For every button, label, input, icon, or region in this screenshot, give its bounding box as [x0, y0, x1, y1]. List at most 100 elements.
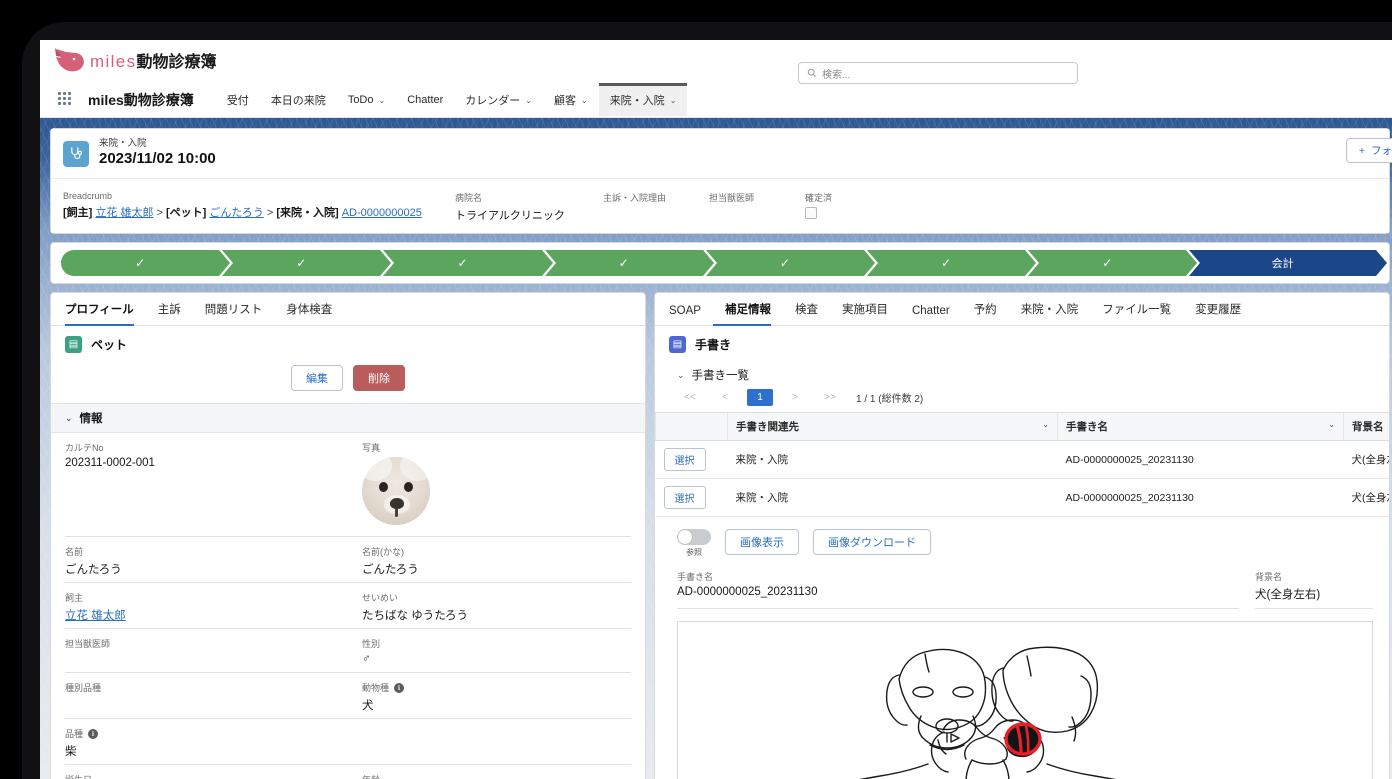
edit-button[interactable]: 編集: [291, 365, 343, 392]
dog-logo-icon: [55, 48, 84, 72]
show-image-button[interactable]: 画像表示: [725, 529, 799, 556]
delete-button[interactable]: 削除: [353, 365, 405, 392]
tab-chief-complaint[interactable]: 主訴: [146, 301, 193, 325]
handwriting-list-header[interactable]: ⌄ 手書き一覧: [655, 359, 1389, 387]
breadcrumb-separator: >: [266, 207, 274, 220]
table-header-row: 手書き関連先 ⌄ 手書き名 ⌄ 背景名: [655, 412, 1389, 442]
col-related[interactable]: 手書き関連先 ⌄: [727, 412, 1058, 442]
follow-button[interactable]: + フォローする: [1345, 138, 1392, 163]
cell-related: 来院・入院: [727, 478, 1058, 518]
field-label: 写真: [362, 443, 381, 454]
field-value: [362, 730, 631, 744]
check-icon: ✓: [1102, 256, 1113, 271]
tab-reservation[interactable]: 予約: [962, 301, 1009, 325]
tab-label: 変更履歴: [1195, 304, 1242, 317]
content-columns: プロフィール 主訴 問題リスト 身体検査 ▤ ペット 編集 削除 ⌄ 情報 カル…: [40, 292, 1392, 779]
path-step-3[interactable]: ✓: [383, 250, 556, 277]
tab-file-list[interactable]: ファイル一覧: [1090, 301, 1183, 325]
field-label: 種別品種: [65, 683, 102, 694]
handwriting-canvas[interactable]: [677, 621, 1373, 779]
next-page-button[interactable]: >: [782, 389, 808, 406]
tab-label: 身体検査: [286, 304, 333, 317]
path-step-6[interactable]: ✓: [866, 250, 1040, 277]
path-step-5[interactable]: ✓: [705, 250, 879, 277]
confirmed-checkbox[interactable]: [805, 207, 817, 220]
breadcrumb-label: Breadcrumb: [63, 191, 113, 202]
current-page-button[interactable]: 1: [747, 389, 773, 407]
select-button[interactable]: 選択: [663, 486, 706, 510]
pet-profile-panel: プロフィール 主訴 問題リスト 身体検査 ▤ ペット 編集 削除 ⌄ 情報 カル…: [50, 292, 646, 779]
nav-item-visits[interactable]: 来院・入院 ⌄: [598, 83, 688, 116]
tab-label: 問題リスト: [204, 304, 263, 317]
dog-body-diagram: [859, 646, 1116, 779]
path-step-accounting[interactable]: 会計: [1189, 250, 1390, 277]
reference-toggle-wrap: 参照: [677, 529, 711, 558]
tab-chatter[interactable]: Chatter: [900, 305, 962, 325]
select-button[interactable]: 選択: [663, 448, 706, 472]
table-row[interactable]: 選択 来院・入院 AD-0000000025_20231130 犬(全身左右): [655, 478, 1389, 518]
tab-supplementary-info[interactable]: 補足情報: [712, 301, 783, 327]
breadcrumb-value: [飼主] 立花 雄太郎 > [ペット] ごんたろう > [来院・入院] AD-0…: [63, 204, 455, 220]
path-step-7[interactable]: ✓: [1028, 250, 1201, 277]
red-annotation-mark: [1004, 722, 1042, 758]
breadcrumb-visit-link[interactable]: AD-0000000025: [342, 207, 422, 219]
first-page-button[interactable]: <<: [677, 389, 703, 406]
handwriting-panel: SOAP 補足情報 検査 実施項目 Chatter 予約 来院・入院 ファイル一…: [654, 292, 1390, 779]
field-sex: 性別 ♂: [348, 629, 631, 674]
breadcrumb-separator: >: [156, 207, 163, 220]
reference-toggle[interactable]: [677, 529, 711, 546]
nav-item-2[interactable]: ToDo ⌄: [337, 86, 396, 114]
path-step-4[interactable]: ✓: [544, 250, 717, 277]
breadcrumb-visit-tag: [来院・入院]: [276, 207, 339, 220]
nav-item-0[interactable]: 受付: [216, 84, 260, 116]
field-value: 柴: [65, 746, 77, 759]
breadcrumb-pet-link[interactable]: ごんたろう: [209, 207, 263, 219]
owner-link[interactable]: 立花 雄太郎: [65, 610, 126, 622]
nav-item-3[interactable]: Chatter: [396, 86, 454, 114]
info-icon[interactable]: i: [394, 682, 405, 693]
tab-procedures[interactable]: 実施項目: [830, 301, 900, 325]
tab-profile[interactable]: プロフィール: [65, 301, 146, 327]
path-step-1[interactable]: ✓: [61, 250, 234, 277]
app-launcher-icon[interactable]: [58, 92, 76, 108]
field-karte-no: カルテNo 202311-0002-001: [65, 433, 348, 538]
tab-examination[interactable]: 検査: [783, 301, 830, 325]
field-value: ♂: [362, 653, 371, 666]
tab-visits[interactable]: 来院・入院: [1009, 301, 1091, 325]
handwriting-object-header: ▤ 手書き: [655, 326, 1389, 359]
nav-label: 本日の来院: [270, 95, 326, 107]
table-row[interactable]: 選択 来院・入院 AD-0000000025_20231130 犬(全身左右): [655, 440, 1389, 480]
breadcrumb-pet-tag: [ペット]: [166, 207, 207, 220]
field-label: 飼主: [65, 593, 84, 604]
path-step-2[interactable]: ✓: [222, 250, 395, 277]
breadcrumb-owner-link[interactable]: 立花 雄太郎: [95, 207, 153, 219]
download-image-button[interactable]: 画像ダウンロード: [813, 529, 931, 556]
col-label: 手書き関連先: [736, 421, 799, 434]
nav-item-4[interactable]: カレンダー ⌄: [454, 84, 543, 116]
col-background[interactable]: 背景名: [1343, 412, 1389, 442]
global-search-box[interactable]: 検索...: [798, 62, 1078, 84]
search-input[interactable]: 検索...: [822, 66, 850, 81]
tab-label: SOAP: [669, 305, 701, 318]
breadcrumb: Breadcrumb [飼主] 立花 雄太郎 > [ペット] ごんたろう > […: [63, 191, 455, 223]
check-icon: ✓: [779, 256, 790, 271]
info-icon[interactable]: i: [88, 728, 99, 739]
left-column: プロフィール 主訴 問題リスト 身体検査 ▤ ペット 編集 削除 ⌄ 情報 カル…: [50, 292, 646, 779]
nav-item-1[interactable]: 本日の来院: [260, 84, 337, 116]
col-name[interactable]: 手書き名 ⌄: [1057, 412, 1344, 442]
field-age: 年齢 0歳9ヶ月: [348, 765, 631, 779]
brand-logo-area[interactable]: miles動物診療簿: [52, 45, 217, 75]
tab-change-history[interactable]: 変更履歴: [1183, 301, 1253, 325]
field-label: 背景名: [1255, 572, 1283, 583]
chevron-down-icon: ⌄: [65, 412, 73, 423]
tab-physical-exam[interactable]: 身体検査: [274, 301, 344, 325]
tab-soap[interactable]: SOAP: [669, 305, 713, 325]
last-page-button[interactable]: >>: [817, 389, 843, 406]
record-header-top: 来院・入院 2023/11/02 10:00 + フォローする: [51, 129, 1392, 180]
prev-page-button[interactable]: <: [712, 389, 738, 406]
field-value: [65, 653, 334, 667]
info-section-header[interactable]: ⌄ 情報: [51, 403, 645, 434]
field-vet: 担当獣医師: [65, 629, 348, 674]
nav-item-5[interactable]: 顧客 ⌄: [543, 84, 599, 116]
tab-problem-list[interactable]: 問題リスト: [193, 301, 275, 325]
